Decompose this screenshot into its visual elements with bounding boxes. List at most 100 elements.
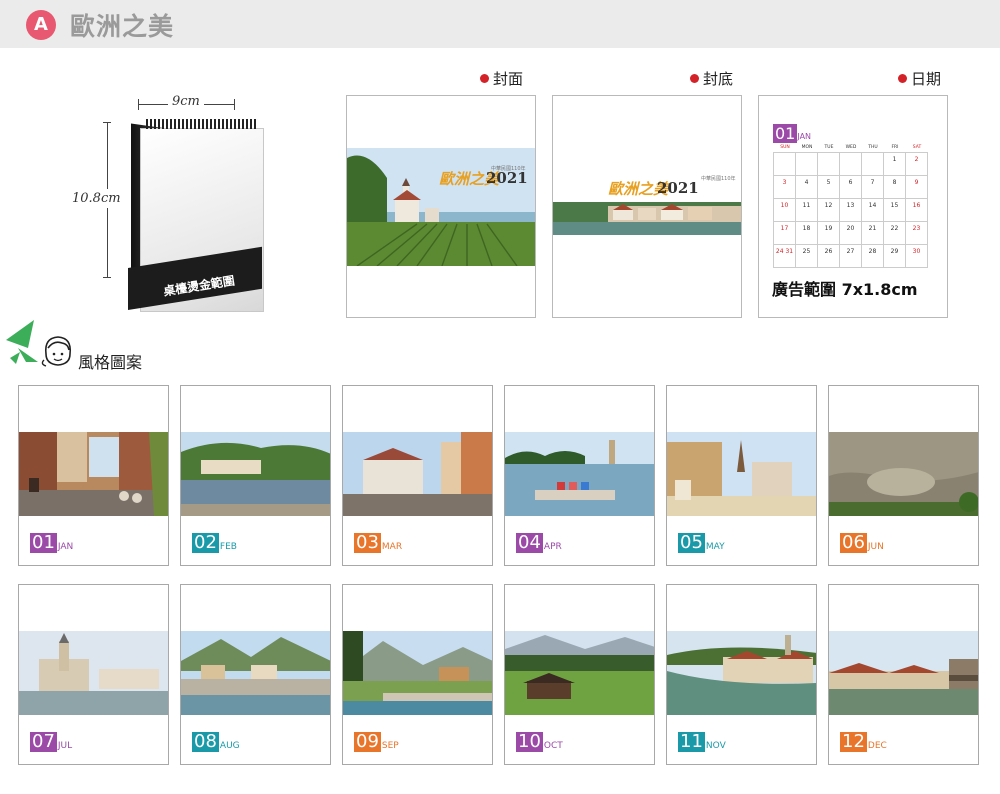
- month-number: 04: [516, 532, 543, 553]
- month-number: 12: [840, 731, 867, 752]
- back-label: 封底: [690, 68, 733, 89]
- weekday-header: SUN MON TUE WED THU FRI SAT: [774, 145, 928, 150]
- month-label: 11 NOV: [678, 732, 726, 752]
- calendar-day-cell: 20: [840, 222, 862, 245]
- month-name: MAY: [705, 542, 725, 552]
- weekday-label: SUN: [780, 145, 790, 150]
- month-label: 01 JAN: [30, 533, 73, 553]
- cover-label: 封面: [480, 68, 523, 89]
- calendar-day-cell: 21: [862, 222, 884, 245]
- month-name: APR: [543, 542, 562, 552]
- weekday-label: MON: [801, 145, 813, 150]
- month-card: 09 SEP: [342, 584, 493, 765]
- month-label: 03 MAR: [354, 533, 402, 553]
- month-number: 11: [678, 731, 705, 752]
- month-photo: [181, 631, 330, 715]
- calendar-day-cell: 27: [840, 245, 862, 268]
- calendar-day-cell: 2: [906, 153, 928, 176]
- calendar-day-cell: 15: [884, 199, 906, 222]
- month-photo: [19, 631, 168, 715]
- weekday-label: FRI: [891, 145, 899, 150]
- calendar-day-cell: 4: [796, 176, 818, 199]
- month-name: OCT: [543, 741, 563, 751]
- month-card: 10 OCT: [504, 584, 655, 765]
- width-tick-left: [138, 99, 139, 110]
- cover-year: 2021: [486, 169, 528, 187]
- calendar-day-cell: 12: [818, 199, 840, 222]
- calendar-day-cell: 13: [840, 199, 862, 222]
- month-name: MAR: [381, 542, 403, 552]
- month-number: 01: [30, 532, 57, 553]
- calendar-day-cell: 10: [774, 199, 796, 222]
- mini-month-number: 01: [773, 124, 798, 143]
- ad-area-label: 廣告範圍 7x1.8cm: [772, 280, 918, 299]
- back-photo: [553, 202, 741, 235]
- calendar-day-cell: [796, 153, 818, 176]
- calendar-day-cell: 26: [818, 245, 840, 268]
- month-photo: [505, 432, 654, 516]
- date-preview-card: 01 JAN SUN MON TUE WED THU FRI SAT 1 2 3 4 5 6 7 8 9 10 1…: [758, 95, 948, 318]
- month-photo: [505, 631, 654, 715]
- leaf-icon: [6, 320, 38, 364]
- month-photo: [19, 432, 168, 516]
- width-tick-right: [234, 99, 235, 110]
- month-number: 08: [192, 731, 219, 752]
- section-badge: A: [26, 10, 56, 40]
- month-label: 09 SEP: [354, 732, 399, 752]
- month-number: 05: [678, 532, 705, 553]
- back-subtitle: 中華民國110年: [701, 176, 736, 182]
- month-card: 03 MAR: [342, 385, 493, 566]
- month-label: 07 JUL: [30, 732, 72, 752]
- month-name: SEP: [381, 741, 399, 751]
- height-tick-top: [103, 122, 111, 123]
- month-card: 05 MAY: [666, 385, 817, 566]
- calendar-day-cell: 28: [862, 245, 884, 268]
- month-photo: [829, 631, 978, 715]
- height-dimension-label: 10.8cm: [72, 189, 121, 208]
- mini-month-heading: 01 JAN: [773, 124, 811, 143]
- calendar-day-cell: 22: [884, 222, 906, 245]
- calendar-day-cell: 6: [840, 176, 862, 199]
- calendar-day-cell: 23: [906, 222, 928, 245]
- calendar-day-cell: 18: [796, 222, 818, 245]
- calendar-day-cell: 9: [906, 176, 928, 199]
- month-card: 01 JAN: [18, 385, 169, 566]
- calendar-day-cell: 5: [818, 176, 840, 199]
- mini-month-name: JAN: [797, 132, 812, 141]
- girl-face-icon: [41, 336, 72, 367]
- month-photo: [829, 432, 978, 516]
- month-photo: [343, 432, 492, 516]
- cover-preview-card: 中華民國110年 歐洲之美 2021: [346, 95, 536, 318]
- calendar-day-cell: 25: [796, 245, 818, 268]
- calendar-day-cell: 29: [884, 245, 906, 268]
- month-number: 03: [354, 532, 381, 553]
- month-photo: [667, 432, 816, 516]
- height-tick-bottom: [103, 277, 111, 278]
- bullet-dot-icon: [690, 74, 699, 83]
- calendar-day-cell: 7: [862, 176, 884, 199]
- calendar-day-cell: 16: [906, 199, 928, 222]
- month-card: 08 AUG: [180, 584, 331, 765]
- month-number: 10: [516, 731, 543, 752]
- calendar-day-cell: 19: [818, 222, 840, 245]
- month-label: 10 OCT: [516, 732, 563, 752]
- month-label: 02 FEB: [192, 533, 237, 553]
- month-label: 04 APR: [516, 533, 562, 553]
- weekday-label: WED: [845, 145, 857, 150]
- calendar-day-cell: [862, 153, 884, 176]
- month-card: 04 APR: [504, 385, 655, 566]
- weekday-label: TUE: [824, 145, 834, 150]
- calendar-day-cell: [818, 153, 840, 176]
- calendar-day-cell: 3: [774, 176, 796, 199]
- mini-calendar-grid: 1 2 3 4 5 6 7 8 9 10 11 12 13 14 15 16 17 18 19 20 21 22 23 24 …: [773, 152, 928, 268]
- calendar-day-cell: 8: [884, 176, 906, 199]
- month-card: 06 JUN: [828, 385, 979, 566]
- weekday-label: THU: [868, 145, 878, 150]
- page-title: 歐洲之美: [70, 12, 175, 41]
- month-card: 02 FEB: [180, 385, 331, 566]
- calendar-day-cell: 30: [906, 245, 928, 268]
- month-label: 06 JUN: [840, 533, 884, 553]
- style-section-title: 風格圖案: [78, 353, 143, 372]
- calendar-day-cell: 17: [774, 222, 796, 245]
- month-card: 07 JUL: [18, 584, 169, 765]
